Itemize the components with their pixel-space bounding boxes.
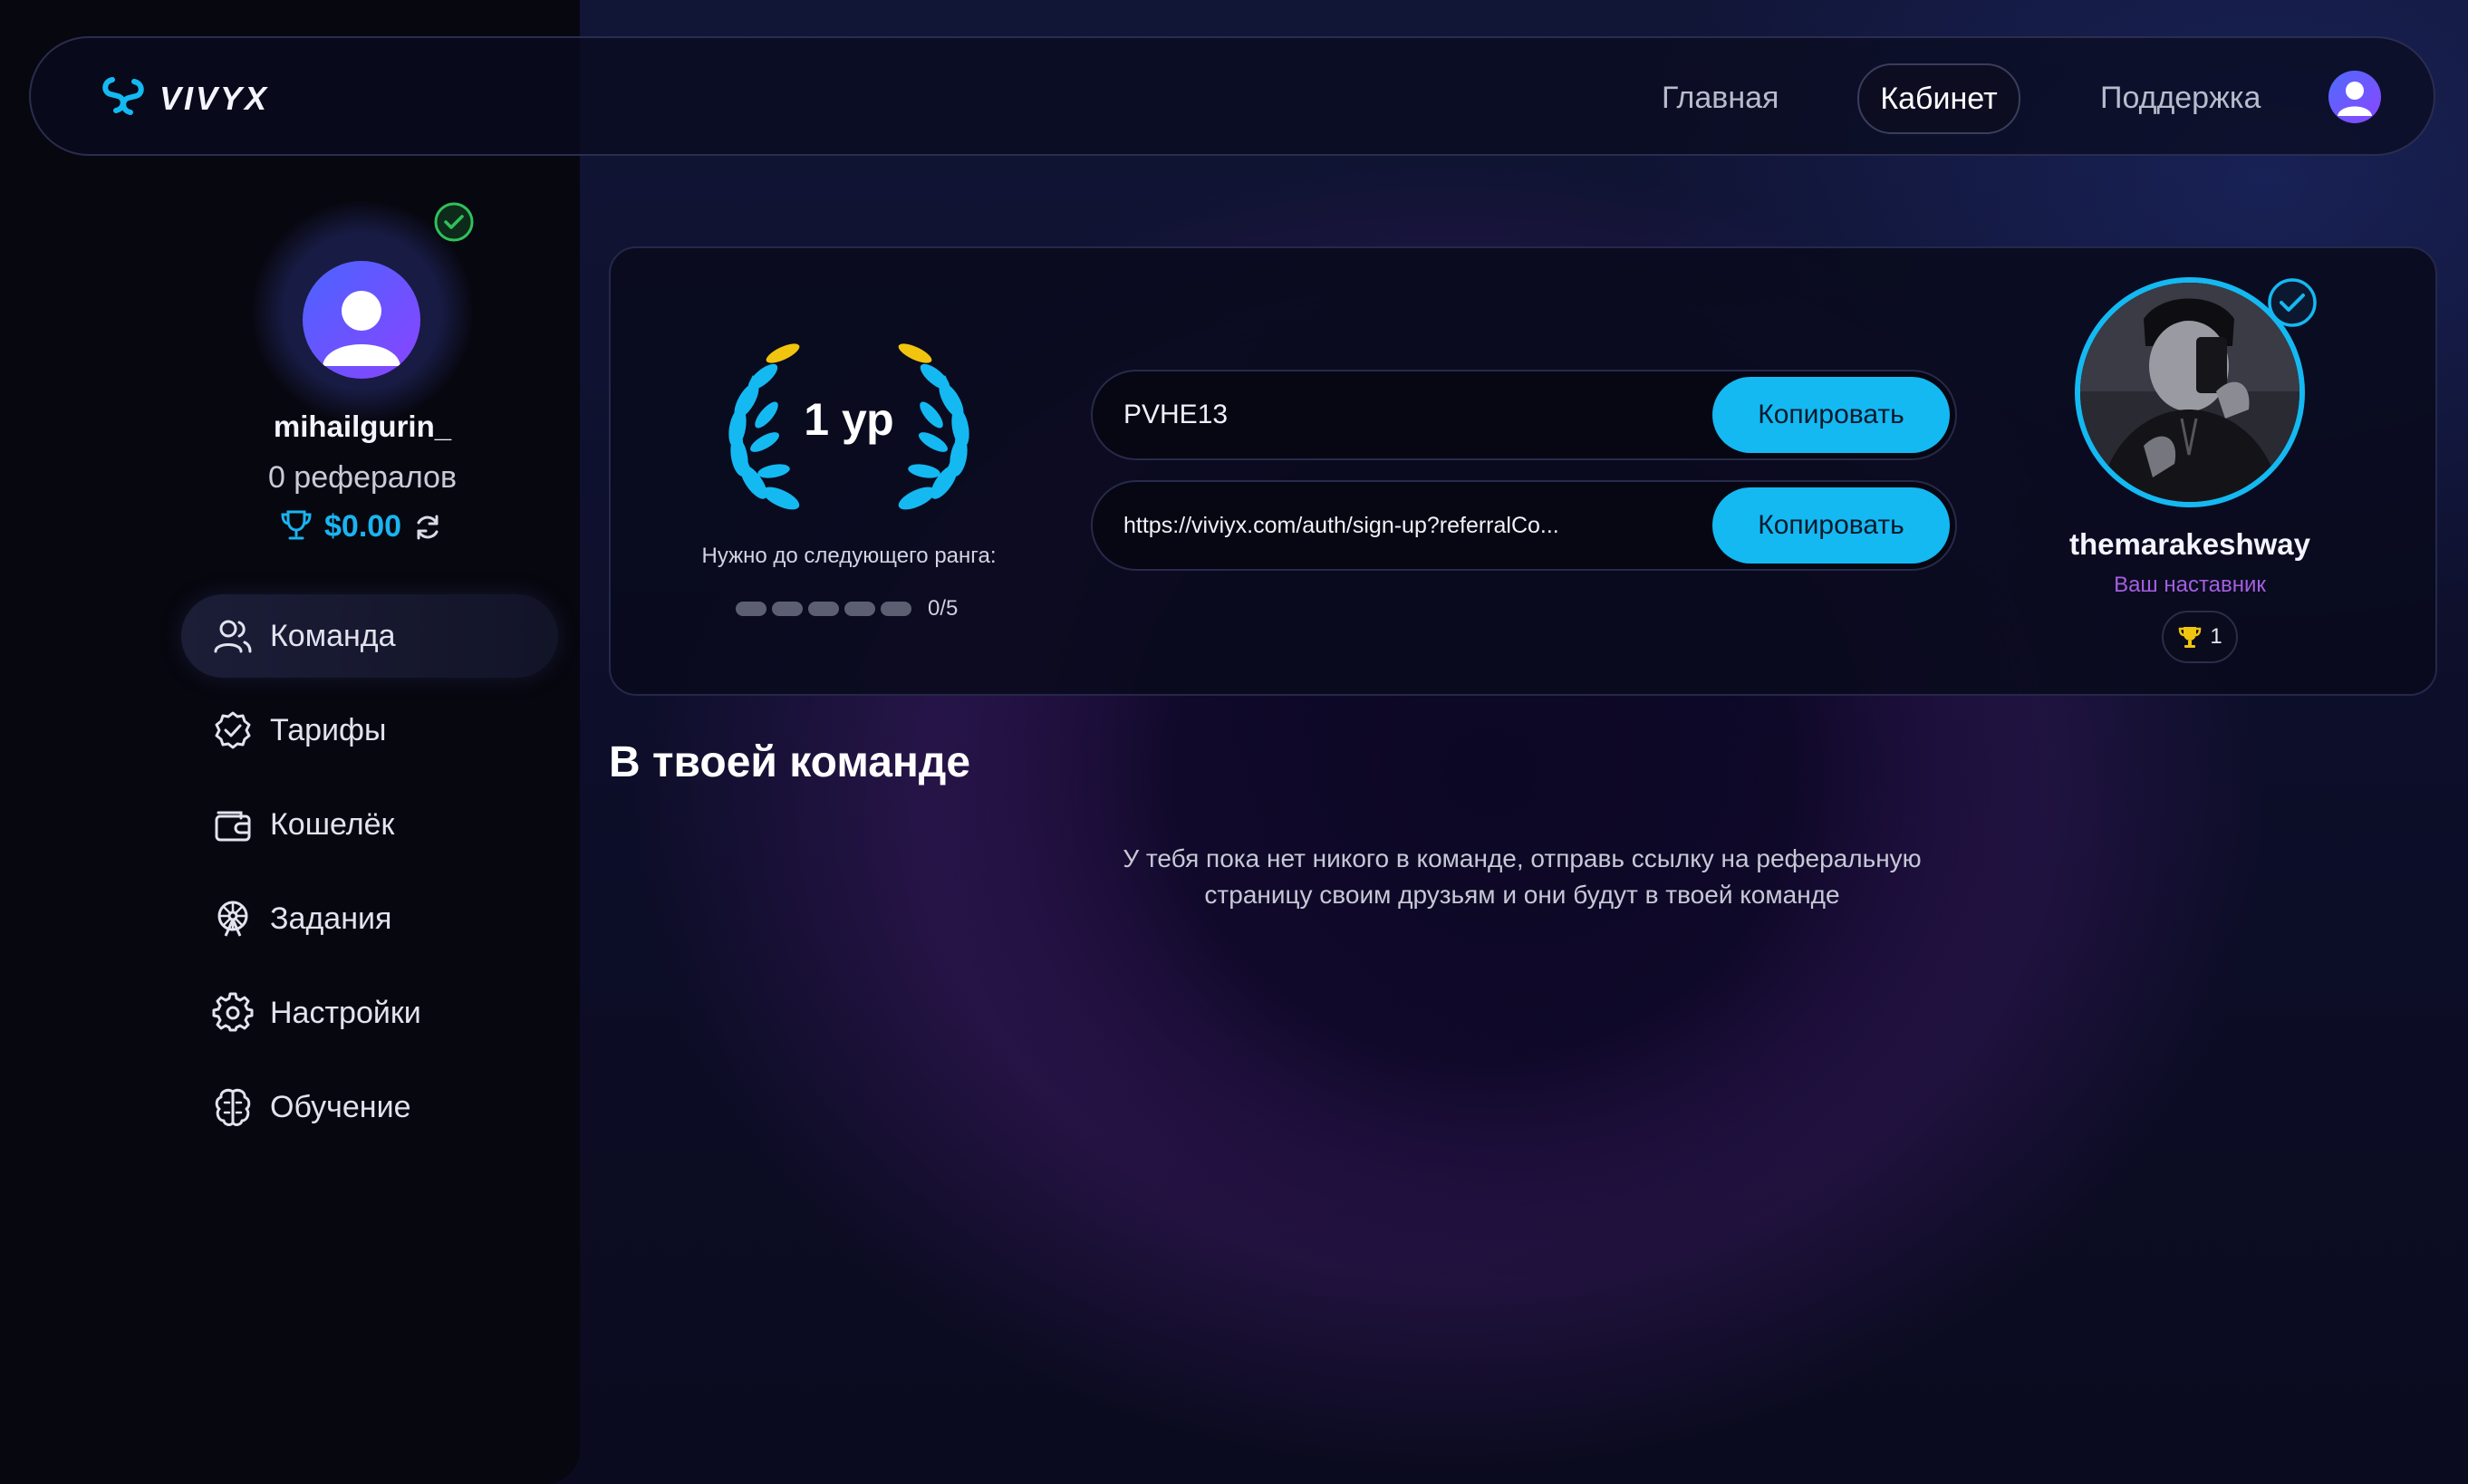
trophy-icon bbox=[279, 507, 313, 546]
user-icon bbox=[2338, 82, 2372, 116]
progress-dot bbox=[736, 602, 766, 616]
rank-progress: 0/5 bbox=[736, 596, 958, 622]
progress-count: 0/5 bbox=[928, 596, 959, 621]
sidebar-item-learning[interactable]: Обучение bbox=[181, 1065, 558, 1149]
user-avatar-button[interactable] bbox=[2328, 71, 2381, 123]
rank-level: 1 ур bbox=[804, 394, 894, 445]
sidebar-item-label: Обучение bbox=[270, 1089, 411, 1124]
badge-check-icon bbox=[212, 709, 254, 751]
top-navbar: VIVYX Главная Кабинет Поддержка bbox=[29, 36, 2435, 156]
profile-username: mihailgurin_ bbox=[273, 410, 452, 443]
mentor-name: themarakeshway bbox=[2069, 527, 2310, 561]
copy-link-button[interactable]: Копировать bbox=[1712, 487, 1950, 564]
sidebar-item-label: Тарифы bbox=[270, 712, 387, 747]
referral-card: 1 ур Нужно до следующего ранга: 0/5 PVHE… bbox=[609, 246, 2437, 696]
team-empty-message: У тебя пока нет никого в команде, отправ… bbox=[1051, 841, 1993, 913]
gear-icon bbox=[212, 992, 254, 1034]
user-icon bbox=[323, 291, 400, 366]
progress-dot bbox=[772, 602, 803, 616]
trophy-icon bbox=[2177, 624, 2203, 650]
mentor-trophy-badge: 1 bbox=[2162, 611, 2238, 663]
refresh-icon[interactable] bbox=[412, 512, 443, 543]
sidebar-item-tasks[interactable]: Задания bbox=[181, 877, 558, 960]
referral-link[interactable]: https://viviyx.com/auth/sign-up?referral… bbox=[1123, 482, 1559, 569]
verified-check-icon bbox=[2265, 275, 2319, 330]
referral-code-field[interactable]: PVHE13 Копировать bbox=[1091, 370, 1957, 460]
logo-icon bbox=[100, 72, 147, 124]
next-rank-label: Нужно до следующего ранга: bbox=[701, 544, 997, 568]
avatar[interactable] bbox=[303, 261, 420, 379]
sidebar-item-settings[interactable]: Настройки bbox=[181, 971, 558, 1055]
wallet-icon bbox=[212, 804, 254, 845]
verified-check-icon bbox=[433, 201, 475, 243]
sidebar-item-tariffs[interactable]: Тарифы bbox=[181, 689, 558, 772]
nav-support[interactable]: Поддержка bbox=[2100, 72, 2261, 123]
copy-code-button[interactable]: Копировать bbox=[1712, 377, 1950, 453]
mentor-trophy-count: 1 bbox=[2210, 624, 2222, 649]
logo[interactable]: VIVYX bbox=[100, 72, 269, 124]
empty-message-line: страницу своим друзьям и они будут в тво… bbox=[1204, 881, 1840, 909]
empty-message-line: У тебя пока нет никого в команде, отправ… bbox=[1123, 844, 1922, 872]
progress-dot bbox=[844, 602, 875, 616]
nav-cabinet[interactable]: Кабинет bbox=[1857, 63, 2020, 134]
sidebar-item-label: Команда bbox=[270, 618, 396, 653]
brain-icon bbox=[212, 1086, 254, 1128]
team-icon bbox=[212, 615, 254, 657]
referral-code[interactable]: PVHE13 bbox=[1123, 371, 1228, 458]
referral-link-field[interactable]: https://viviyx.com/auth/sign-up?referral… bbox=[1091, 480, 1957, 571]
team-section-title: В твоей команде bbox=[609, 738, 971, 786]
ferris-wheel-icon bbox=[212, 898, 254, 940]
mentor-role: Ваш наставник bbox=[2114, 573, 2266, 597]
logo-text: VIVYX bbox=[159, 79, 270, 117]
progress-dot bbox=[808, 602, 839, 616]
progress-dot bbox=[881, 602, 911, 616]
sidebar-menu: Команда Тарифы Кошелёк Задания Настройки… bbox=[181, 594, 558, 1160]
referral-count: 0 рефералов bbox=[267, 460, 458, 495]
nav-home[interactable]: Главная bbox=[1662, 72, 1779, 123]
sidebar-item-label: Настройки bbox=[270, 995, 421, 1030]
sidebar-item-label: Кошелёк bbox=[270, 806, 395, 842]
sidebar-item-wallet[interactable]: Кошелёк bbox=[181, 783, 558, 866]
sidebar-item-team[interactable]: Команда bbox=[181, 594, 558, 678]
balance-row: $0.00 bbox=[279, 507, 443, 546]
sidebar-item-label: Задания bbox=[270, 901, 392, 936]
balance-amount: $0.00 bbox=[324, 509, 402, 544]
